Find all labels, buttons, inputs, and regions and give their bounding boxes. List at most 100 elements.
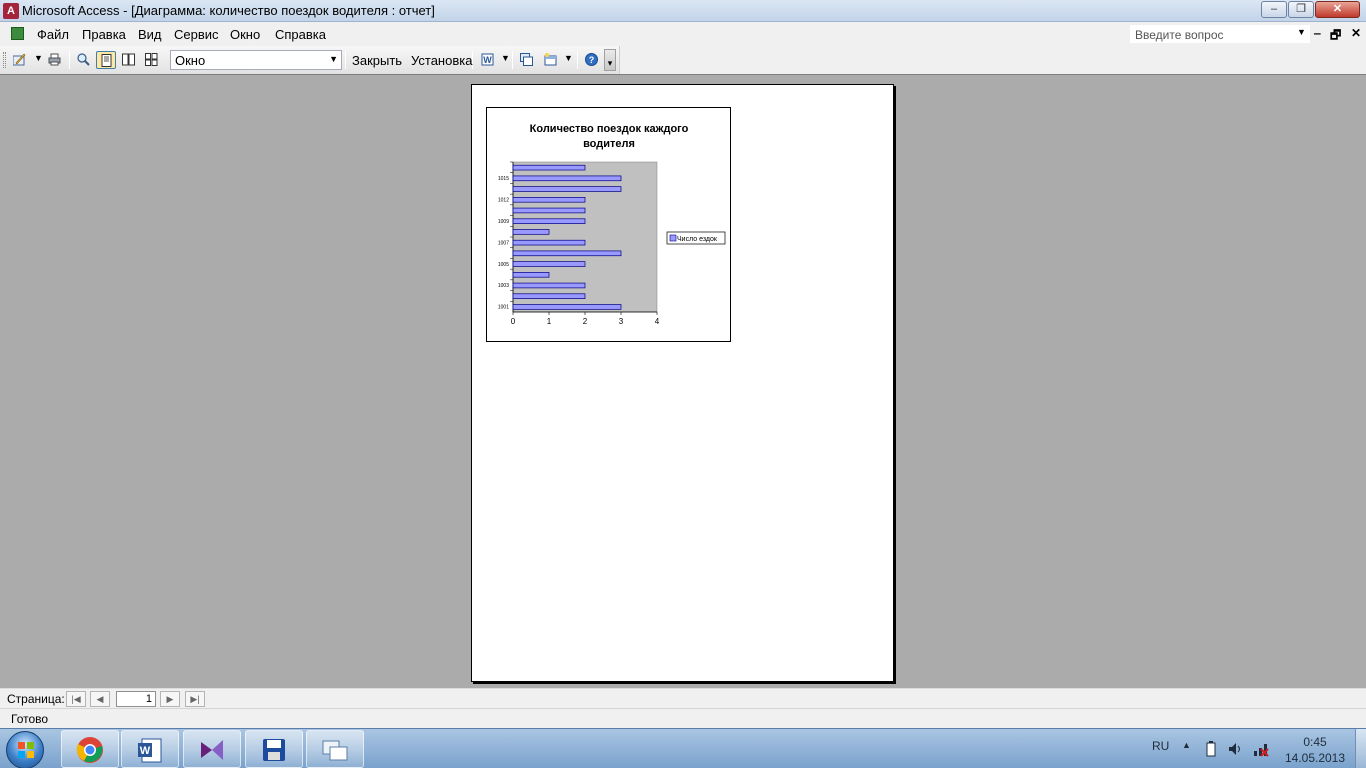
access-app-icon[interactable]: A (3, 3, 19, 19)
two-pages-icon (122, 53, 135, 66)
menu-window[interactable]: Окно (230, 27, 260, 42)
zoom-combo[interactable]: Окно ▼ (170, 50, 342, 70)
svg-text:?: ? (589, 55, 595, 65)
bar (512, 164, 586, 171)
visual-studio-icon (201, 740, 223, 760)
new-object-dropdown-icon[interactable]: ▼ (564, 53, 573, 63)
menu-edit[interactable]: Правка (82, 27, 126, 42)
chart-frame: Количество поездок каждого водителя 0 1 2 3… (486, 107, 731, 342)
y-tick-label: 1007 (498, 240, 509, 246)
mdi-minimize-button[interactable]: ‒ (1314, 26, 1321, 40)
clock-time: 0:45 (1303, 735, 1327, 749)
new-object-button[interactable] (541, 51, 561, 69)
last-page-button[interactable]: ▶| (185, 691, 205, 707)
svg-text:W: W (483, 55, 492, 65)
magnifier-icon (77, 53, 90, 66)
close-button[interactable]: ✕ (1315, 1, 1360, 18)
toolbar-separator (512, 51, 513, 69)
y-tick-label: 1001 (498, 305, 509, 311)
bar (512, 239, 586, 246)
maximize-button[interactable]: ❐ (1288, 1, 1314, 18)
report-window-icon[interactable] (11, 27, 24, 40)
x-tick-label: 0 (511, 317, 516, 326)
report-page: Количество поездок каждого водителя 0 1 2 3… (471, 84, 894, 682)
help-question-input[interactable]: Введите вопрос (1130, 25, 1310, 43)
y-tick-label: 1012 (498, 198, 509, 204)
chart-title-line-1: Количество поездок каждого (530, 123, 689, 135)
two-pages-button[interactable] (119, 51, 139, 69)
menu-tools[interactable]: Сервис (174, 27, 219, 42)
battery-icon[interactable] (1206, 741, 1216, 757)
toolbar-options-icon[interactable]: ▾ (604, 49, 616, 71)
bar (512, 175, 622, 182)
page-setup-button[interactable]: Установка (411, 53, 472, 68)
help-dropdown-icon[interactable]: ▼ (1297, 27, 1306, 37)
mdi-close-button[interactable]: ✕ (1351, 26, 1361, 40)
toolbar-separator (577, 51, 578, 69)
bar (512, 261, 586, 267)
new-object-icon (544, 53, 557, 66)
next-page-button[interactable]: ▶ (160, 691, 180, 707)
bar (512, 207, 586, 214)
zoom-button[interactable] (74, 51, 94, 69)
design-view-button[interactable] (10, 51, 30, 69)
bar (512, 293, 586, 299)
database-window-icon (520, 53, 533, 66)
speaker-icon[interactable] (1228, 742, 1244, 756)
bar (512, 186, 622, 192)
plot-area (512, 161, 658, 313)
page-label: Страница: (7, 692, 65, 706)
minimize-button[interactable]: ‒ (1261, 1, 1287, 18)
language-indicator[interactable]: RU (1152, 739, 1169, 753)
tray-expand-icon[interactable]: ▲ (1182, 740, 1191, 750)
windows-logo-icon (18, 742, 34, 758)
design-view-icon (13, 53, 26, 66)
menu-help[interactable]: Справка (275, 27, 326, 42)
taskbar-explorer[interactable] (306, 730, 364, 768)
taskbar-chrome[interactable] (61, 730, 119, 768)
y-tick-label: 1003 (498, 283, 509, 289)
network-icon[interactable] (1253, 741, 1269, 757)
page-number-input[interactable]: 1 (116, 691, 156, 707)
bar (512, 218, 586, 224)
mdi-restore-button[interactable]: 🗗 (1330, 26, 1341, 47)
status-text: Готово (11, 712, 49, 726)
bar (512, 250, 622, 257)
help-button[interactable]: ? (582, 51, 602, 69)
word-link-icon: W (481, 53, 494, 66)
chevron-down-icon[interactable]: ▼ (329, 54, 338, 64)
menu-file[interactable]: Файл (37, 27, 69, 42)
y-tick-label: 1015 (498, 176, 509, 182)
taskbar-visual-studio[interactable] (183, 730, 241, 768)
bar (512, 272, 550, 278)
close-preview-button[interactable]: Закрыть (352, 53, 402, 68)
first-page-icon: |◀ (71, 694, 81, 704)
database-window-button[interactable] (517, 51, 537, 69)
zoom-combo-value: Окно (175, 53, 206, 68)
menu-view[interactable]: Вид (138, 27, 162, 42)
taskbar-word[interactable]: W (121, 730, 179, 768)
bar (512, 282, 586, 289)
bar (512, 229, 550, 235)
clock[interactable]: 0:45 14.05.2013 (1284, 734, 1346, 766)
help-icon: ? (585, 53, 598, 66)
toolbar-grip[interactable] (3, 52, 6, 68)
menu-bar: Файл Правка Вид Сервис Окно Справка Введ… (0, 22, 1366, 46)
access-icon (263, 739, 285, 761)
print-button[interactable] (45, 51, 65, 69)
title-bar: A Microsoft Access - [Диаграмма: количес… (0, 0, 1366, 22)
first-page-button[interactable]: |◀ (66, 691, 86, 707)
office-links-button[interactable]: W (478, 51, 498, 69)
office-links-dropdown-icon[interactable]: ▼ (501, 53, 510, 63)
taskbar-access[interactable] (245, 730, 303, 768)
show-desktop-button[interactable] (1355, 729, 1366, 768)
y-tick-label: 1005 (498, 262, 509, 268)
svg-text:W: W (140, 745, 151, 757)
chart-title-line-2: водителя (583, 138, 635, 150)
multiple-pages-button[interactable] (142, 51, 162, 69)
view-dropdown-icon[interactable]: ▼ (34, 53, 43, 63)
status-bar: Готово (0, 708, 1366, 728)
start-button[interactable] (6, 731, 44, 768)
one-page-button[interactable] (96, 51, 116, 69)
prev-page-button[interactable]: ◀ (90, 691, 110, 707)
